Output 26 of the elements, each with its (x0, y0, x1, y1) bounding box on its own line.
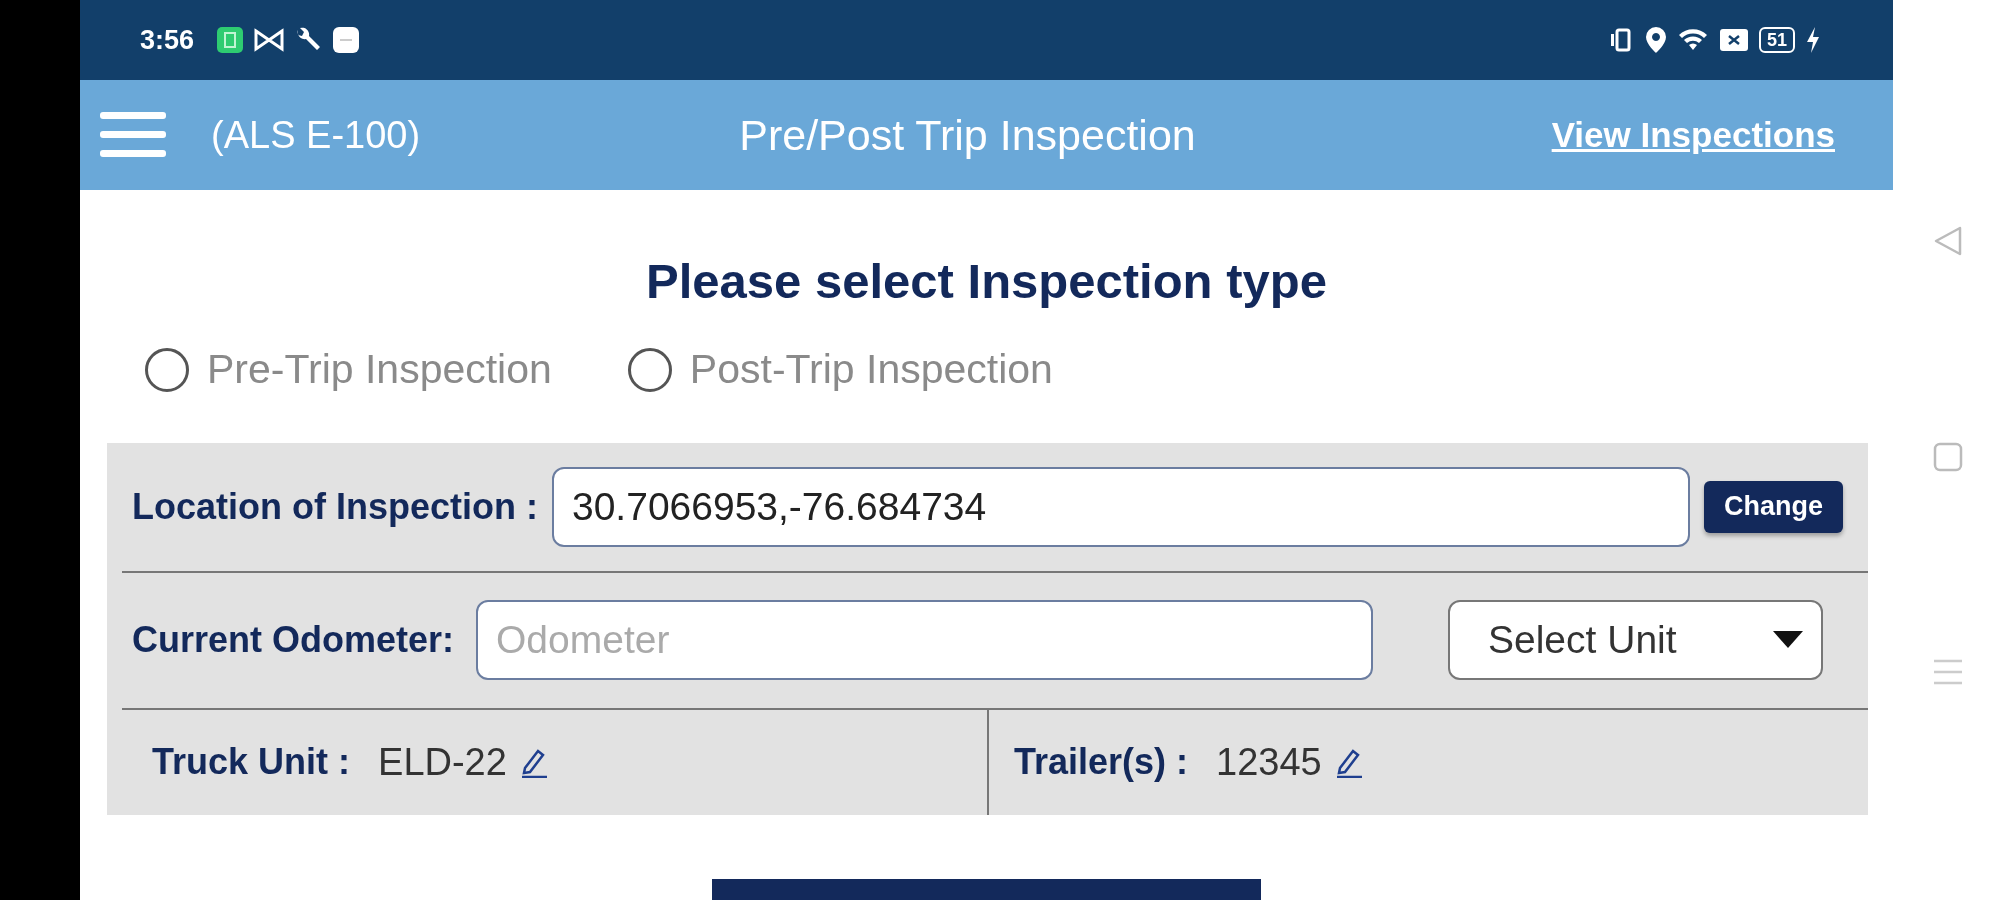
section-heading: Please select Inspection type (645, 253, 1328, 310)
truck-unit-value: ELD-22 (378, 740, 507, 784)
location-field[interactable]: 30.7066953,-76.684734 (552, 466, 1690, 547)
unit-dropdown[interactable]: Select Unit (1448, 600, 1823, 681)
dropdown-caret-icon (1773, 631, 1803, 650)
field-label: Truck Unit : (152, 741, 351, 784)
clock-time: 3:56 (140, 24, 195, 56)
screen-title: Pre/Post Trip Inspection (739, 110, 1196, 160)
change-button[interactable]: Change (1704, 480, 1843, 533)
charging-icon (1805, 26, 1821, 54)
home-icon[interactable] (1933, 442, 1963, 472)
menu-icon[interactable] (1932, 657, 1964, 687)
back-icon[interactable] (1932, 225, 1964, 257)
app-notification-icon (216, 26, 245, 54)
menu-icon[interactable] (100, 110, 166, 160)
field-label: Location of Inspection : (131, 485, 538, 528)
field-label: Current Odometer: (131, 619, 455, 662)
bowtie-icon (254, 28, 285, 52)
battery-icon: 51 (1758, 27, 1795, 53)
mail-icon (1718, 27, 1749, 53)
location-pin-icon (1644, 26, 1667, 54)
unit-name: (ALS E-100) (211, 113, 421, 157)
message-icon (332, 26, 361, 54)
odometer-field[interactable]: Odometer (476, 600, 1374, 681)
trailer-value: 12345 (1216, 740, 1322, 784)
field-label: Trailer(s) : (1014, 741, 1189, 784)
